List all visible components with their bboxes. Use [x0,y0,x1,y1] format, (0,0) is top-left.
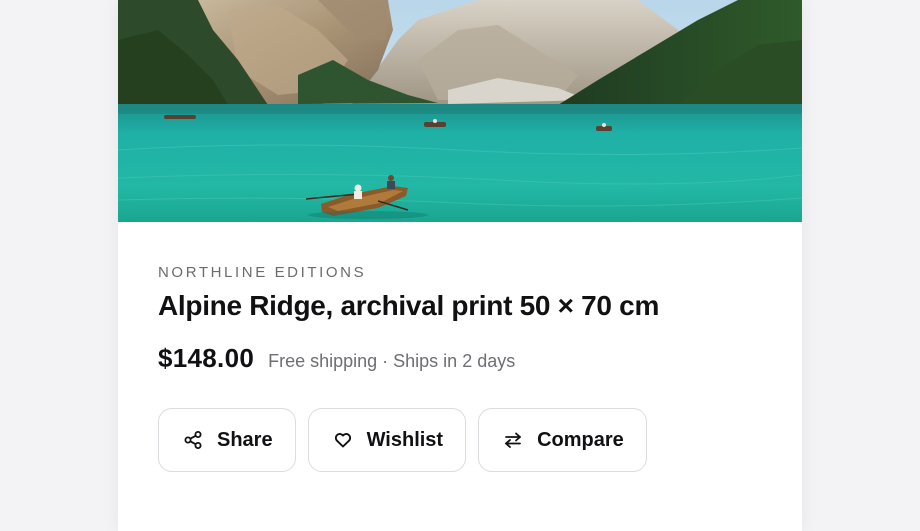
compare-arrows-icon [503,430,523,450]
product-image[interactable] [118,0,802,222]
product-card: NORTHLINE EDITIONS Alpine Ridge, archiva… [118,0,802,531]
compare-button[interactable]: Compare [478,408,647,472]
brand-name: NORTHLINE EDITIONS [158,264,367,281]
heart-icon [333,430,353,450]
shipping-info: Free shipping · Ships in 2 days [268,351,516,371]
product-title: Alpine Ridge, archival print 50 × 70 cm [158,290,660,321]
compare-label: Compare [537,428,624,451]
product-price: $148.00 [158,343,255,373]
share-button[interactable]: Share [158,408,296,472]
share-label: Share [217,428,273,451]
action-bar: Share Wishlist Compare [158,408,647,472]
wishlist-label: Wishlist [366,428,444,451]
share-icon [183,430,203,450]
price-row: $148.00 Free shipping · Ships in 2 days [158,343,515,374]
wishlist-button[interactable]: Wishlist [307,408,467,472]
